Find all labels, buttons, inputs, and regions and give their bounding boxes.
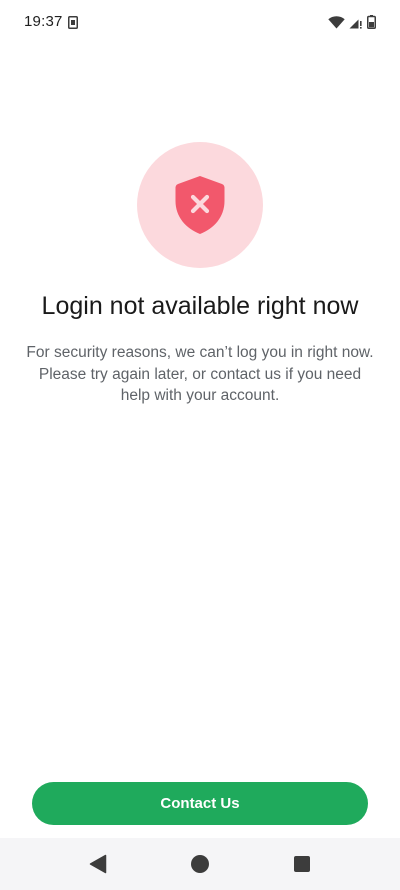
wifi-icon	[328, 15, 345, 28]
error-illustration	[137, 142, 263, 268]
cellular-signal-icon	[349, 19, 362, 29]
shield-error-icon	[175, 176, 225, 234]
page-title: Login not available right now	[41, 292, 359, 320]
battery-icon	[367, 15, 376, 29]
status-time: 19:37	[24, 13, 63, 30]
contact-us-button[interactable]: Contact Us	[32, 782, 368, 825]
back-button[interactable]	[86, 852, 110, 876]
recents-button[interactable]	[290, 852, 314, 876]
status-icons	[328, 14, 376, 30]
sim-card-icon	[68, 16, 78, 29]
status-bar: 19:37	[0, 0, 400, 46]
screen: 19:37 Login not available right now For …	[0, 0, 400, 890]
error-message: For security reasons, we can’t log you i…	[26, 344, 374, 404]
back-icon	[89, 854, 107, 874]
recents-icon	[294, 856, 310, 872]
home-icon	[191, 855, 209, 873]
navigation-bar	[0, 838, 400, 890]
home-button[interactable]	[188, 852, 212, 876]
